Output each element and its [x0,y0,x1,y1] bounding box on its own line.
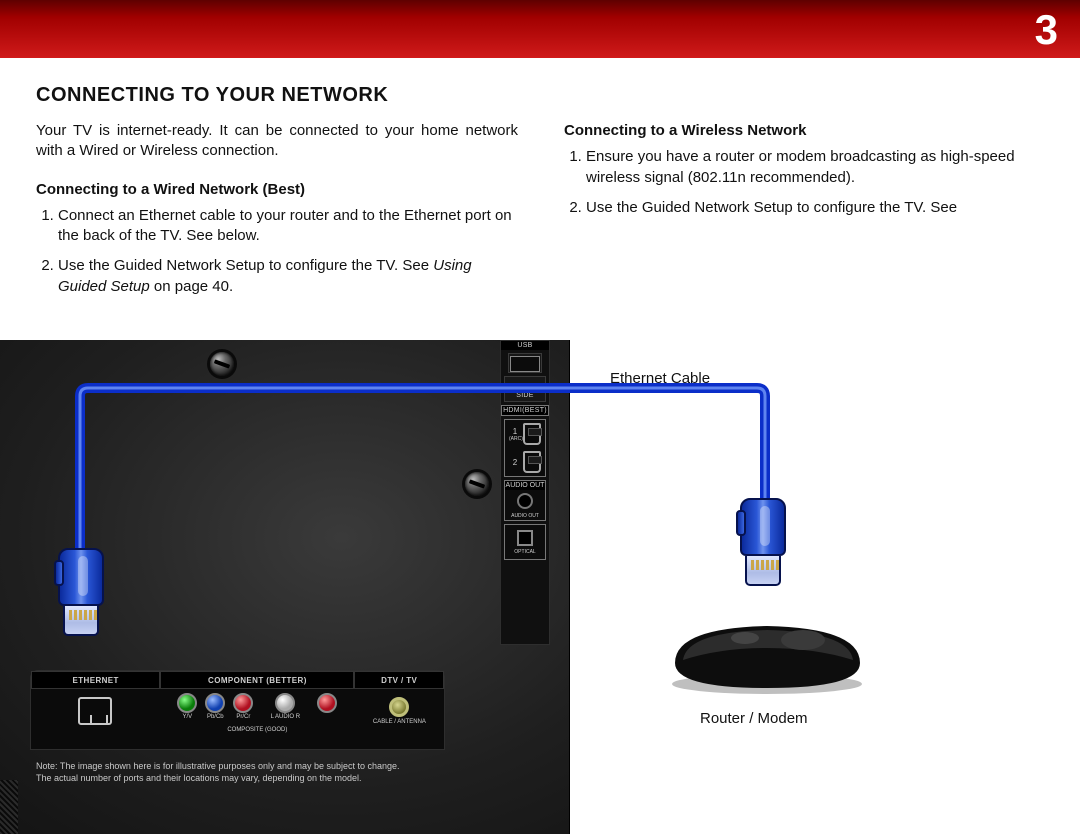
hdmi-port-icon [523,423,541,445]
bottom-strip-header: ETHERNET COMPONENT (BETTER) DTV / TV [31,671,444,689]
right-column: Connecting to a Wireless Network Ensure … [564,121,1046,307]
two-column-layout: Your TV is internet-ready. It can be con… [36,121,1046,307]
rca-pbcb-label: Pb/Cb [204,714,226,720]
side-plate: SIDE [504,376,546,402]
optical-port-icon [517,530,533,546]
optical-group: OPTICAL [504,524,546,560]
audio-out-label: AUDIO OUT [505,481,545,490]
wired-step-1: Connect an Ethernet cable to your router… [58,206,518,247]
ethernet-cable-label: Ethernet Cable [610,370,710,387]
rca-yv-label: Y/V [176,714,198,720]
audio-out-group: AUDIO OUT AUDIO OUT [504,480,546,521]
ethernet-plug-left-icon [58,548,104,643]
hdmi-port-icon [523,451,541,473]
cable-antenna-label: CABLE / ANTENNA [373,719,426,725]
coax-icon [389,697,409,717]
intro-paragraph: Your TV is internet-ready. It can be con… [36,121,518,162]
wired-step-2: Use the Guided Network Setup to configur… [58,256,518,297]
composite-good-label: COMPOSITE (GOOD) [160,727,355,733]
hdmi-1-arc: (ARC) [509,436,521,442]
wireless-steps: Ensure you have a router or modem broadc… [564,147,1046,218]
hdmi-best-label: HDMI(BEST) [501,405,549,416]
side-label: SIDE [505,391,545,400]
rca-green-icon [177,693,197,713]
rca-blue-icon [205,693,225,713]
chapter-number: 3 [1035,6,1058,54]
bottom-port-strip: ETHERNET COMPONENT (BETTER) DTV / TV Y/V… [30,670,445,750]
wireless-step-2: Use the Guided Network Setup to configur… [586,198,1046,218]
rca-red-icon [233,693,253,713]
wired-subheading: Connecting to a Wired Network (Best) [36,180,518,200]
hdmi-group: 1 (ARC) 2 [504,419,546,477]
wired-steps: Connect an Ethernet cable to your router… [36,206,518,297]
note-line-2: The actual number of ports and their loc… [36,772,546,784]
side-port-strip: USB SIDE HDMI(BEST) 1 (ARC) 2 [500,340,550,645]
left-column: Your TV is internet-ready. It can be con… [36,121,518,307]
wireless-step-1: Ensure you have a router or modem broadc… [586,147,1046,188]
rca-white-icon [275,693,295,713]
rj45-icon [78,697,112,725]
section-heading: CONNECTING TO YOUR NETWORK [36,84,1046,107]
component-ports: Y/V Pb/Cb Pr/Cr L AUDIO R COMPOSITE (GOO… [160,689,355,733]
hdmi-2-number: 2 [509,458,521,467]
wired-step-2a: Use the Guided Network Setup to configur… [58,257,433,274]
rca-red2-icon [317,693,337,713]
manual-page: 3 CONNECTING TO YOUR NETWORK Your TV is … [0,0,1080,834]
rca-audio-label: L AUDIO R [260,714,310,720]
screw-icon [465,472,489,496]
hdmi-2-row: 2 [505,448,545,476]
ethernet-header: ETHERNET [31,671,160,689]
audio-jack-icon [517,493,533,509]
usb-label: USB [501,341,549,350]
dtv-header: DTV / TV [354,671,444,689]
hdmi-1-number: 1 [509,427,521,436]
content-area: CONNECTING TO YOUR NETWORK Your TV is in… [36,84,1046,307]
ethernet-port [31,689,160,733]
audio-out-small-label: AUDIO OUT [505,512,545,520]
component-header: COMPONENT (BETTER) [160,671,354,689]
bottom-strip-body: Y/V Pb/Cb Pr/Cr L AUDIO R COMPOSITE (GOO… [31,689,444,733]
screw-icon [210,352,234,376]
router-modem-label: Router / Modem [700,710,808,727]
illustration-note: Note: The image shown here is for illust… [36,760,546,784]
usb-port [508,353,542,373]
illustration: USB SIDE HDMI(BEST) 1 (ARC) 2 [0,340,1080,834]
texture-strip [0,780,18,834]
rca-prcr-label: Pr/Cr [232,714,254,720]
wireless-subheading: Connecting to a Wireless Network [564,121,1046,141]
header-bar: 3 [0,0,1080,58]
ethernet-plug-right-icon [740,498,786,593]
note-line-1: Note: The image shown here is for illust… [36,760,546,772]
dtv-port: CABLE / ANTENNA [355,689,444,733]
hdmi-1-row: 1 (ARC) [505,420,545,448]
optical-label: OPTICAL [505,548,545,556]
wired-step-2b: on page 40. [150,278,233,295]
router-icon [665,618,870,696]
